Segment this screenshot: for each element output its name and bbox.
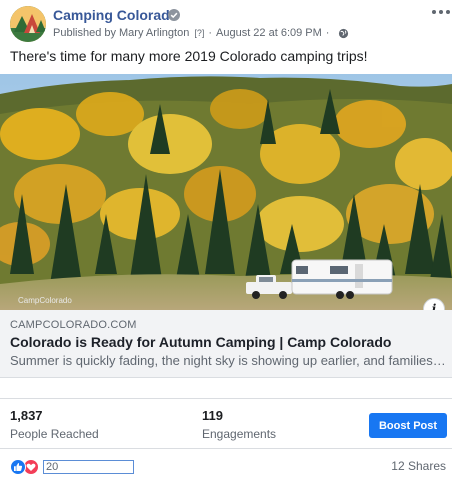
like-icon	[10, 459, 26, 475]
post-text: There's time for many more 2019 Colorado…	[10, 48, 368, 64]
link-title[interactable]: Colorado is Ready for Autumn Camping | C…	[10, 334, 391, 350]
published-by-label: Published by	[53, 27, 116, 39]
link-preview[interactable]: CAMPCOLORADO.COM Colorado is Ready for A…	[0, 310, 452, 378]
post-meta: Published by Mary Arlington [?] · August…	[53, 27, 349, 39]
link-description: Summer is quickly fading, the night sky …	[10, 353, 446, 368]
verified-icon	[168, 9, 180, 21]
link-domain: CAMPCOLORADO.COM	[10, 319, 137, 331]
boost-post-button[interactable]: Boost Post	[369, 413, 447, 438]
divider	[0, 448, 452, 449]
post-header: Camping Colorado Published by Mary Arlin…	[10, 6, 450, 44]
divider	[0, 398, 452, 399]
people-reached-label[interactable]: People Reached	[10, 427, 99, 441]
post-timestamp[interactable]: August 22 at 6:09 PM	[216, 27, 322, 39]
avatar[interactable]	[10, 6, 46, 42]
separator-dot: ·	[325, 27, 330, 39]
engagements-value: 119	[202, 408, 223, 423]
reaction-count[interactable]: 20	[43, 460, 134, 474]
image-watermark: CampColorado	[18, 296, 72, 305]
page-name[interactable]: Camping Colorado	[53, 7, 178, 23]
globe-icon[interactable]	[338, 28, 349, 39]
separator-dot: ·	[208, 27, 212, 39]
author-link[interactable]: Mary Arlington	[119, 27, 189, 39]
post-card: Camping Colorado Published by Mary Arlin…	[0, 0, 452, 482]
people-reached-value: 1,837	[10, 408, 43, 423]
more-options-icon[interactable]	[432, 6, 450, 18]
reactions-summary[interactable]: 20	[10, 458, 134, 476]
shares-count[interactable]: 12 Shares	[391, 459, 446, 473]
engagements-label[interactable]: Engagements	[202, 427, 276, 441]
help-marker[interactable]: [?]	[194, 28, 204, 38]
link-preview-image[interactable]	[0, 74, 452, 310]
